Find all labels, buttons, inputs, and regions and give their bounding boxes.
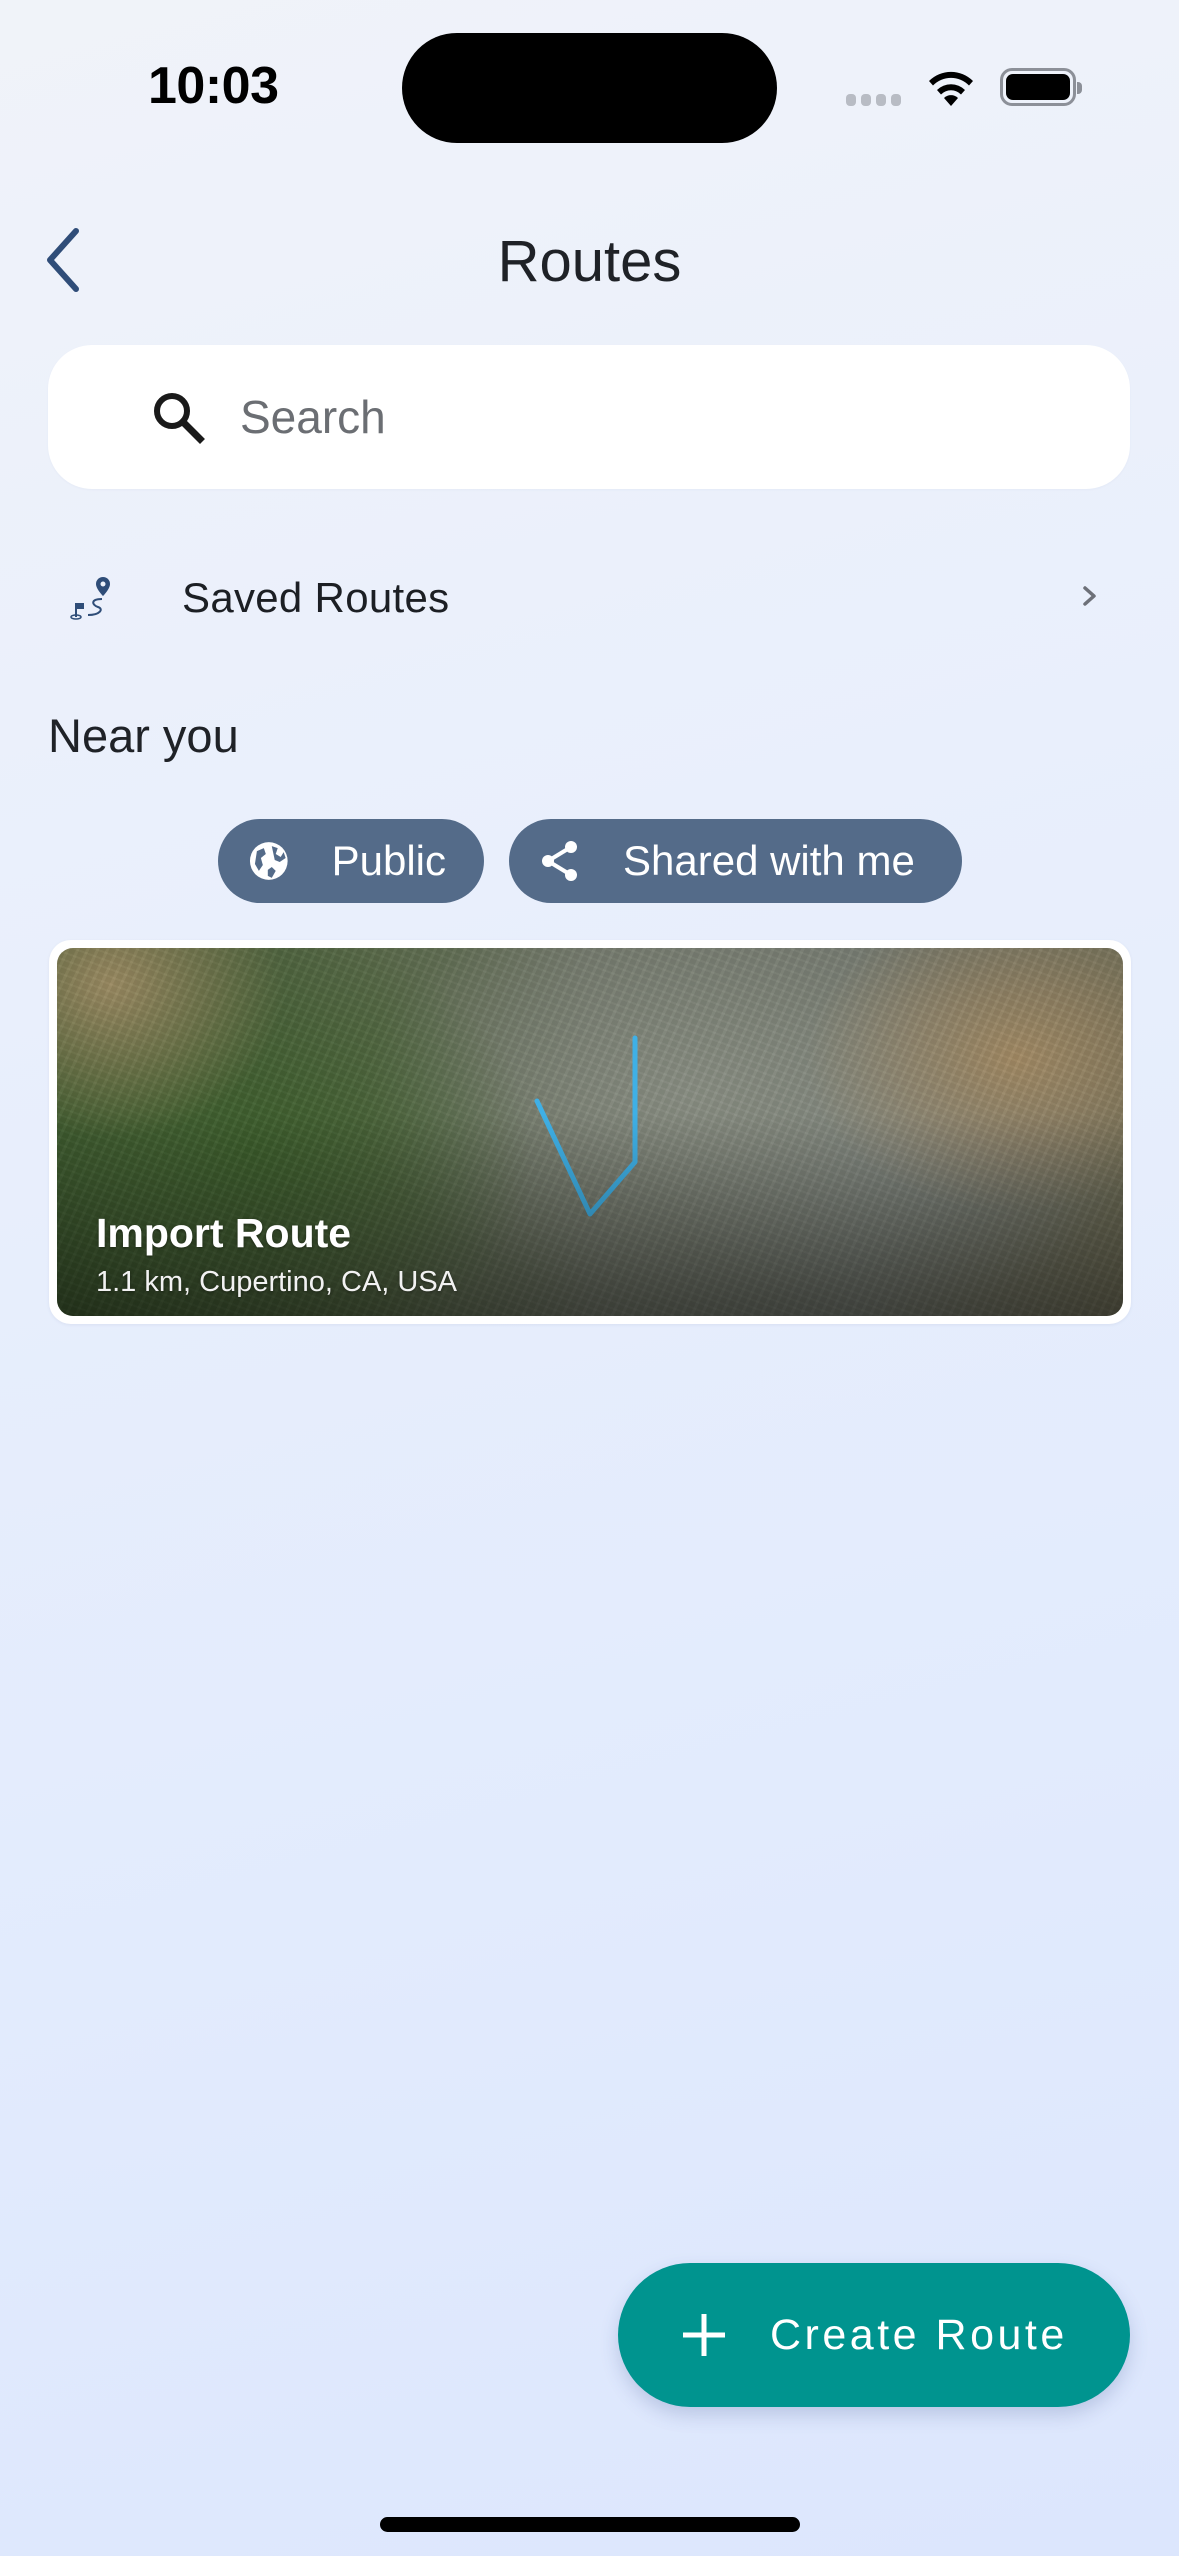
route-card[interactable]: Import Route 1.1 km, Cupertino, CA, USA [49,940,1131,1324]
plus-icon [683,2314,725,2356]
saved-routes-label: Saved Routes [182,574,450,621]
search-icon [154,393,205,444]
page-title: Routes [497,229,682,294]
create-route-button[interactable]: Create Route [618,2263,1130,2407]
filter-chips: Public Shared with me [218,819,962,903]
battery-icon [1000,68,1082,106]
chip-shared-with-me[interactable]: Shared with me [509,819,962,903]
cellular-signal-icon [846,94,901,106]
status-time: 10:03 [148,57,279,115]
chip-public[interactable]: Public [218,819,484,903]
chevron-right-icon [1083,586,1096,606]
route-title: Import Route [96,1210,352,1256]
section-title-near-you: Near you [48,709,239,762]
route-map-thumbnail: Import Route 1.1 km, Cupertino, CA, USA [57,948,1123,1316]
home-indicator[interactable] [380,2517,800,2532]
chip-public-label: Public [331,837,446,884]
share-icon [542,841,577,881]
saved-routes-row[interactable]: Saved Routes [48,555,1130,641]
globe-icon [249,842,288,880]
search-bar[interactable] [48,345,1130,489]
dynamic-island [402,33,777,143]
search-input[interactable] [240,390,1040,444]
chip-shared-label: Shared with me [623,837,915,884]
wifi-icon [929,71,973,106]
route-subtitle: 1.1 km, Cupertino, CA, USA [96,1266,458,1298]
route-pin-icon [70,577,110,620]
create-route-label: Create Route [770,2310,1068,2359]
